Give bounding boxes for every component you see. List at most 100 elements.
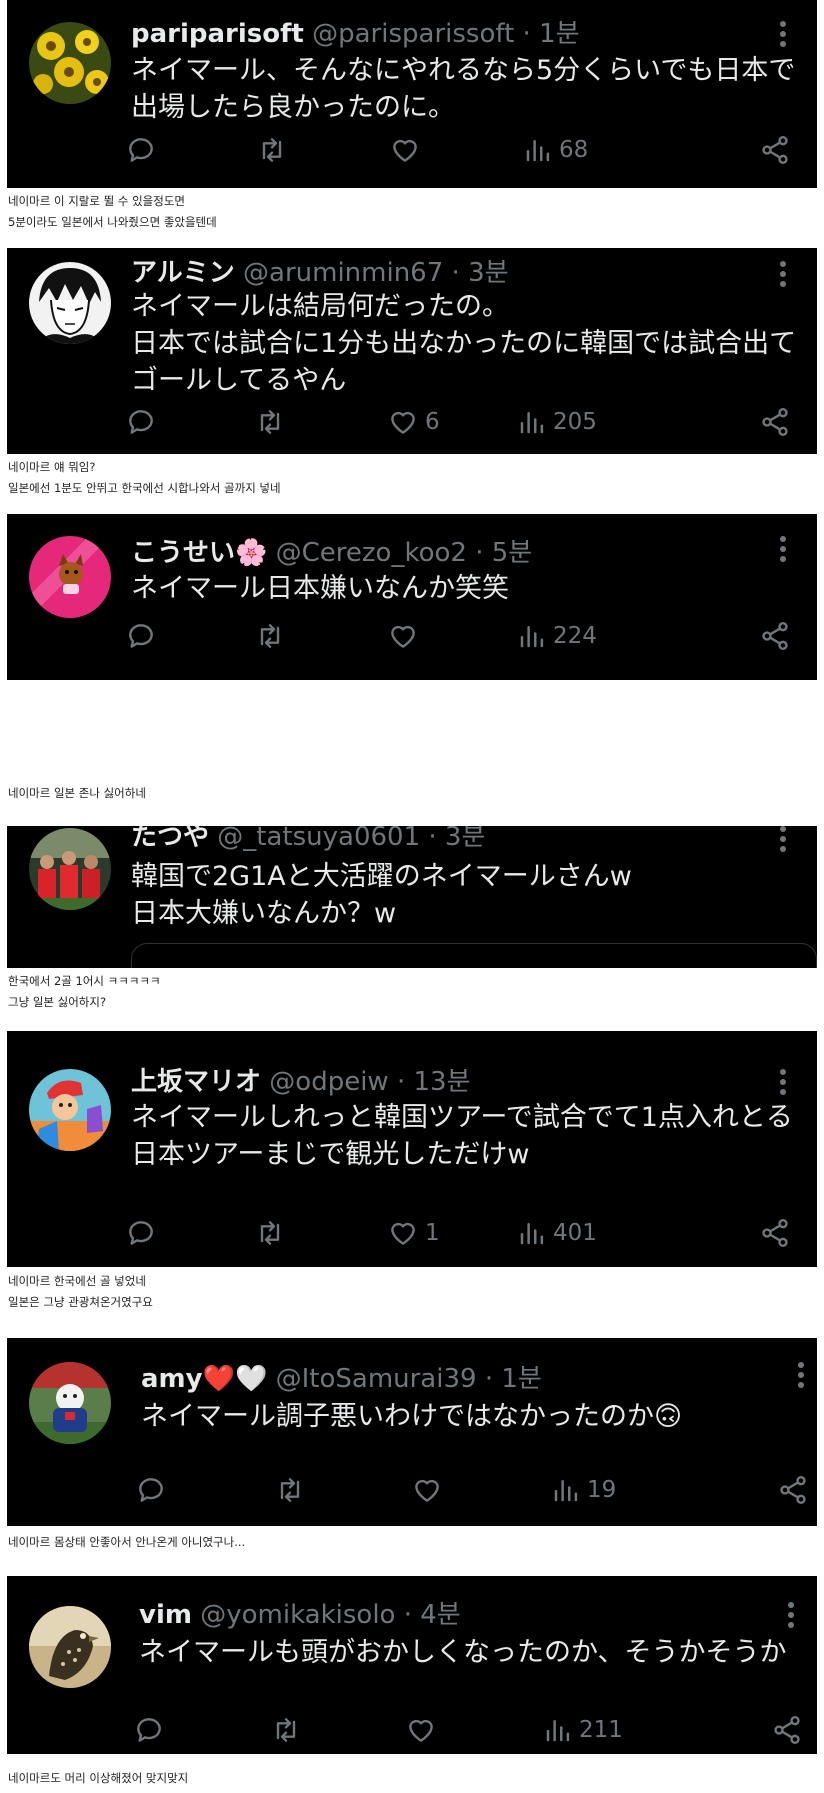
- retweet-button[interactable]: [253, 1215, 287, 1251]
- views-button[interactable]: 19: [551, 1472, 616, 1508]
- display-name[interactable]: 上坂マリオ: [131, 1067, 261, 1097]
- more-options-button[interactable]: [779, 261, 787, 287]
- views-icon: [520, 1223, 544, 1245]
- avatar[interactable]: [29, 1606, 111, 1688]
- user-handle[interactable]: @aruminmin67: [243, 258, 443, 288]
- user-handle[interactable]: @Cerezo_koo2: [276, 538, 467, 568]
- translation-caption: 네이마르 이 지랄로 뛸 수 있을정도면 5분이라도 일본에서 나와줬으면 좋았…: [8, 194, 217, 229]
- separator-dot: ·: [428, 826, 437, 852]
- quoted-tweet-card[interactable]: [131, 943, 817, 968]
- retweet-button[interactable]: [255, 132, 289, 168]
- separator-dot: ·: [396, 1067, 406, 1097]
- tweet-card[interactable]: 上坂マリオ @odpeiw · 13분 ネイマールしれっと韓国ツアーで試合でて1…: [7, 1031, 817, 1267]
- share-icon: [774, 1716, 800, 1744]
- views-button[interactable]: 68: [523, 132, 588, 168]
- view-count: 211: [579, 1717, 623, 1743]
- reply-button[interactable]: [125, 132, 157, 168]
- tweet-card[interactable]: vim @yomikakisolo · 4분 ネイマールも頭がおかしくなったのか…: [7, 1576, 817, 1754]
- tweet-card[interactable]: pariparisoft @parisparissoft · 1분 ネイマール、…: [7, 0, 817, 188]
- reply-icon: [139, 1478, 163, 1502]
- separator-dot: ·: [451, 258, 460, 288]
- tweet-card[interactable]: たつや @_tatsuya0601 · 3분 韓国で2G1Aと大活躍のネイマール…: [7, 826, 817, 968]
- retweet-icon: [260, 410, 280, 434]
- action-bar: 6 205: [129, 404, 791, 440]
- like-button[interactable]: 1: [387, 1215, 440, 1251]
- like-button[interactable]: [405, 1712, 443, 1748]
- views-button[interactable]: 224: [517, 618, 597, 654]
- tweet-card[interactable]: こうせい🌸 @Cerezo_koo2 · 5분 ネイマール日本嫌いなんか笑笑 2…: [7, 514, 817, 680]
- views-icon: [554, 1480, 578, 1502]
- like-button[interactable]: [387, 618, 425, 654]
- retweet-button[interactable]: [253, 618, 287, 654]
- avatar[interactable]: [29, 828, 111, 910]
- timestamp[interactable]: 1분: [501, 1364, 541, 1394]
- timestamp[interactable]: 4분: [420, 1600, 460, 1630]
- reply-button[interactable]: [135, 1472, 167, 1508]
- like-button[interactable]: [389, 132, 427, 168]
- share-button[interactable]: [771, 1712, 803, 1748]
- translation-caption: 네이마르도 머리 이상해졌어 맞지맞지: [8, 1771, 189, 1785]
- like-icon: [391, 411, 415, 434]
- like-icon: [393, 139, 417, 162]
- share-button[interactable]: [759, 404, 791, 440]
- more-options-button[interactable]: [787, 1602, 795, 1628]
- avatar[interactable]: [29, 1362, 111, 1444]
- tweet-text: ネイマールは結局何だったの。 日本では試合に1分も出なかったのに韓国では試合出て…: [131, 291, 797, 396]
- like-button[interactable]: 6: [387, 404, 440, 440]
- timestamp[interactable]: 3분: [468, 258, 508, 288]
- reply-button[interactable]: [125, 618, 157, 654]
- views-icon: [520, 626, 544, 648]
- user-handle[interactable]: @odpeiw: [269, 1067, 388, 1097]
- action-bar: 19: [139, 1472, 809, 1508]
- more-options-button[interactable]: [779, 826, 787, 852]
- display-name[interactable]: pariparisoft: [131, 19, 304, 49]
- avatar[interactable]: [29, 536, 111, 618]
- like-button[interactable]: [411, 1472, 449, 1508]
- display-name[interactable]: amy❤️🤍: [141, 1364, 267, 1394]
- more-icon: [788, 1602, 794, 1628]
- user-handle[interactable]: @_tatsuya0601: [217, 826, 420, 852]
- timestamp[interactable]: 13분: [413, 1067, 470, 1097]
- like-icon: [409, 1719, 433, 1742]
- translation-caption: 네이마르 얘 뭐임? 일본에선 1분도 안뛰고 한국에선 시합나와서 골까지 넣…: [8, 460, 281, 495]
- display-name[interactable]: アルミン: [131, 258, 235, 288]
- view-count: 68: [559, 137, 589, 163]
- more-options-button[interactable]: [779, 1069, 787, 1095]
- retweet-button[interactable]: [253, 404, 287, 440]
- views-button[interactable]: 211: [543, 1712, 623, 1748]
- more-options-button[interactable]: [797, 1362, 805, 1388]
- view-count: 224: [553, 623, 597, 649]
- user-handle[interactable]: @ItoSamurai39: [276, 1364, 477, 1394]
- reply-button[interactable]: [125, 404, 157, 440]
- timestamp[interactable]: 3분: [445, 826, 485, 852]
- display-name[interactable]: たつや: [131, 826, 209, 852]
- avatar[interactable]: [29, 1069, 111, 1151]
- views-button[interactable]: 401: [517, 1215, 597, 1251]
- more-options-button[interactable]: [779, 536, 787, 562]
- views-button[interactable]: 205: [517, 404, 597, 440]
- retweet-button[interactable]: [269, 1712, 303, 1748]
- share-button[interactable]: [759, 132, 791, 168]
- user-handle[interactable]: @yomikakisolo: [200, 1600, 395, 1630]
- share-button[interactable]: [759, 618, 791, 654]
- tweet-header: pariparisoft @parisparissoft · 1분: [131, 17, 757, 51]
- tweet-header: たつや @_tatsuya0601 · 3분: [131, 826, 757, 854]
- timestamp[interactable]: 1분: [539, 19, 579, 49]
- more-options-button[interactable]: [779, 21, 787, 47]
- user-handle[interactable]: @parisparissoft: [312, 19, 514, 49]
- share-button[interactable]: [759, 1215, 791, 1251]
- share-button[interactable]: [777, 1472, 809, 1508]
- timestamp[interactable]: 5분: [492, 538, 532, 568]
- retweet-icon: [276, 1718, 296, 1742]
- tweet-header: こうせい🌸 @Cerezo_koo2 · 5분: [131, 536, 757, 570]
- view-count: 19: [587, 1477, 617, 1503]
- reply-button[interactable]: [133, 1712, 165, 1748]
- tweet-card[interactable]: アルミン @aruminmin67 · 3분 ネイマールは結局何だったの。 日本…: [7, 248, 817, 454]
- display-name[interactable]: vim: [139, 1600, 192, 1630]
- avatar[interactable]: [29, 262, 111, 344]
- display-name[interactable]: こうせい🌸: [131, 538, 267, 568]
- tweet-card[interactable]: amy❤️🤍 @ItoSamurai39 · 1분 ネイマール調子悪いわけではな…: [7, 1338, 817, 1526]
- avatar[interactable]: [29, 22, 111, 104]
- reply-button[interactable]: [125, 1215, 157, 1251]
- retweet-button[interactable]: [273, 1472, 307, 1508]
